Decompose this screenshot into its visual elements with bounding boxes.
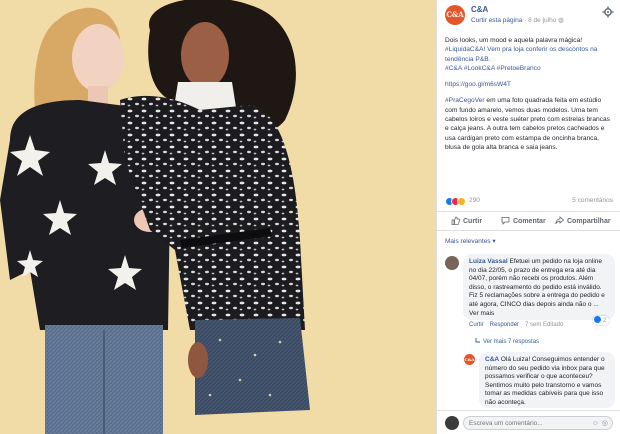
- view-more-replies[interactable]: Ver mais 7 respostas: [475, 338, 539, 345]
- reply-text: Olá Luiza! Conseguimos entender o número…: [485, 356, 605, 406]
- pracegover-hashtag[interactable]: #PraCegoVer: [445, 97, 485, 104]
- post-panel: C&A C&A Curtir esta página · 8 de julho …: [436, 0, 620, 434]
- page-avatar[interactable]: C&A: [445, 5, 465, 25]
- share-button[interactable]: Compartilhar: [555, 216, 611, 225]
- reactions-bar[interactable]: 290 5 comentários: [445, 196, 613, 208]
- comment-reply-link[interactable]: Responder: [490, 322, 519, 328]
- post-header: C&A C&A Curtir esta página · 8 de julho …: [437, 0, 620, 30]
- page-name[interactable]: C&A: [471, 5, 488, 14]
- more-options-icon[interactable]: [602, 6, 614, 18]
- post-text: Dois looks, um mood e aquela palavra mág…: [445, 36, 613, 159]
- comment-sort-dropdown[interactable]: Mais relevantes ▾: [445, 237, 496, 245]
- comment-count[interactable]: 5 comentários: [572, 197, 613, 204]
- reply-arrow-icon: [475, 338, 480, 343]
- thumbs-up-icon: [451, 216, 461, 225]
- post-description: #PraCegoVer em uma foto quadrada feita e…: [445, 96, 613, 152]
- like-label: Curtir: [463, 218, 483, 225]
- hashtag-text[interactable]: #LiquidaC&A! Vem pra loja conferir os de…: [445, 46, 597, 62]
- comment-button[interactable]: Comentar: [501, 216, 546, 225]
- reaction-count[interactable]: 290: [469, 197, 480, 204]
- reply-author[interactable]: C&A: [485, 356, 499, 363]
- fashion-photo: [0, 0, 436, 434]
- post-link[interactable]: https://goo.gl/m6sW4T: [445, 81, 511, 88]
- hashtag-list[interactable]: #C&A #LookC&A #PretoeBranco: [445, 65, 541, 72]
- post-link-paragraph: https://goo.gl/m6sW4T: [445, 80, 613, 89]
- reply-bubble: C&A Olá Luiza! Conseguimos entender o nú…: [479, 352, 615, 408]
- share-icon: [555, 216, 565, 225]
- current-user-avatar[interactable]: [445, 416, 459, 430]
- comment-time[interactable]: 7 sem: [525, 322, 541, 328]
- comment-label: Comentar: [513, 218, 546, 225]
- post-intro: Dois looks, um mood e aquela palavra mág…: [445, 37, 583, 44]
- wow-reaction-icon: [457, 197, 466, 206]
- comment-bubble: Luiza Vassal Efetuei um pedido na loja o…: [463, 254, 615, 320]
- image-description: em uma foto quadrada feita em estúdio co…: [445, 97, 610, 151]
- post-paragraph: Dois looks, um mood e aquela palavra mág…: [445, 36, 613, 73]
- post-photo[interactable]: [0, 0, 436, 434]
- globe-icon: ◍: [558, 17, 564, 24]
- comment-like-number: 2: [603, 318, 607, 324]
- more-replies-label: Ver mais 7 respostas: [483, 339, 540, 345]
- comment-meta: Curtir Responder 7 sem Editado: [469, 322, 563, 328]
- comment-text: Efetuei um pedido na loja online no dia …: [469, 258, 605, 317]
- commenter-avatar[interactable]: [445, 256, 459, 270]
- comment-composer: ☺◎: [437, 410, 620, 434]
- comment-like-link[interactable]: Curtir: [469, 322, 484, 328]
- comment-author[interactable]: Luiza Vassal: [469, 258, 508, 265]
- post-meta: Curtir esta página · 8 de julho ◍: [471, 16, 564, 24]
- comment-edited: Editado: [543, 322, 564, 328]
- comment-input[interactable]: [463, 416, 613, 430]
- post-actions: Curtir Comentar Compartilhar: [437, 211, 620, 231]
- like-reaction-icon: [594, 316, 601, 323]
- comment-icon: [501, 217, 510, 225]
- emoji-icon[interactable]: ☺◎: [592, 419, 611, 427]
- page-reply-avatar[interactable]: C&A: [464, 354, 475, 365]
- like-page-link[interactable]: Curtir esta página: [471, 17, 522, 24]
- post-date[interactable]: 8 de julho: [528, 17, 556, 24]
- like-button[interactable]: Curtir: [451, 216, 482, 225]
- share-label: Compartilhar: [567, 218, 611, 225]
- comment-like-count[interactable]: 2: [593, 316, 610, 325]
